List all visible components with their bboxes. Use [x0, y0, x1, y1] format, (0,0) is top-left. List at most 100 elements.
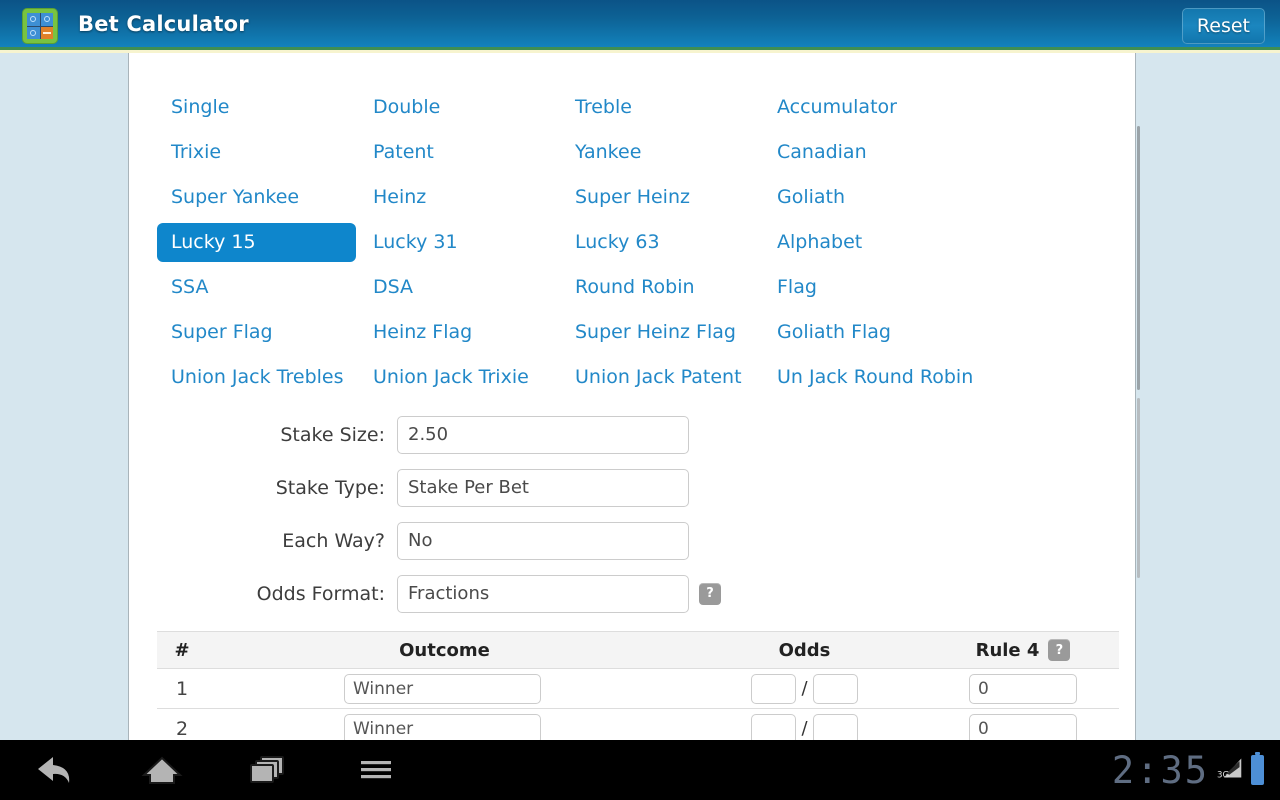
- table-row: 2 Winner / 0: [157, 708, 1119, 740]
- recent-apps-icon: [250, 756, 284, 783]
- app-icon-cell-1: [27, 13, 40, 26]
- odds-format-select[interactable]: Fractions: [397, 574, 689, 613]
- odds-format-label: Odds Format:: [256, 582, 385, 605]
- bet-type-single[interactable]: Single: [157, 88, 243, 127]
- bet-type-lucky-15[interactable]: Lucky 15: [157, 223, 356, 262]
- rule4-input-1[interactable]: 0: [969, 673, 1077, 704]
- bet-type-super-heinz-flag[interactable]: Super Heinz Flag: [561, 313, 750, 352]
- outcome-select-2[interactable]: Winner: [344, 713, 541, 740]
- app-icon: [22, 8, 58, 44]
- row-rule4-cell: 0: [927, 668, 1119, 709]
- stake-type-select[interactable]: Stake Per Bet: [397, 468, 689, 507]
- bet-type-super-flag[interactable]: Super Flag: [157, 313, 287, 352]
- each-way-select[interactable]: No: [397, 521, 689, 560]
- rule4-help-icon[interactable]: ?: [1048, 639, 1071, 661]
- odds-format-help-icon[interactable]: ?: [699, 582, 721, 605]
- stake-type-row: Stake Type: Stake Per Bet: [129, 461, 1135, 514]
- row-number: 2: [157, 708, 207, 740]
- header-number: #: [157, 631, 207, 669]
- app-header-bar: Bet Calculator Reset: [0, 0, 1280, 53]
- bets-table: # Outcome Odds Rule 4 ? 1 Winner / 0 2 W…: [157, 631, 1119, 740]
- row-rule4-cell: 0: [927, 708, 1119, 740]
- bet-type-un-jack-round-robin[interactable]: Un Jack Round Robin: [763, 358, 987, 397]
- row-outcome-cell: Winner: [207, 708, 682, 740]
- bet-type-round-robin[interactable]: Round Robin: [561, 268, 709, 307]
- row-odds-cell: /: [682, 668, 927, 709]
- table-row: 1 Winner / 0: [157, 668, 1119, 709]
- status-clock: 2:35: [1111, 748, 1209, 792]
- bet-type-canadian[interactable]: Canadian: [763, 133, 881, 172]
- android-navigation-bar: 2:35 3G: [0, 740, 1280, 800]
- app-icon-cell-3: [27, 26, 40, 39]
- bet-type-yankee[interactable]: Yankee: [561, 133, 655, 172]
- bet-type-lucky-63[interactable]: Lucky 63: [561, 223, 674, 262]
- bet-type-goliath-flag[interactable]: Goliath Flag: [763, 313, 905, 352]
- bet-type-lucky-31[interactable]: Lucky 31: [359, 223, 472, 262]
- home-button[interactable]: [112, 740, 212, 800]
- odds-numerator-input-2[interactable]: [751, 713, 797, 740]
- bet-type-row: Union Jack Trebles Union Jack Trixie Uni…: [157, 355, 1107, 400]
- bet-type-union-jack-patent[interactable]: Union Jack Patent: [561, 358, 756, 397]
- stake-type-label: Stake Type:: [275, 476, 385, 499]
- header-rule4-label: Rule 4: [975, 639, 1040, 661]
- app-icon-cell-2: [40, 13, 53, 26]
- odds-separator: /: [801, 718, 808, 739]
- bet-type-row: Lucky 15 Lucky 31 Lucky 63 Alphabet: [157, 220, 1107, 265]
- stake-size-label: Stake Size:: [280, 423, 385, 446]
- outcome-select-1[interactable]: Winner: [344, 673, 541, 704]
- stake-size-row: Stake Size: 2.50: [129, 408, 1135, 461]
- page-background: Single Double Treble Accumulator Trixie …: [0, 53, 1280, 740]
- header-outcome: Outcome: [207, 631, 682, 669]
- bet-type-row: Super Flag Heinz Flag Super Heinz Flag G…: [157, 310, 1107, 355]
- bet-type-heinz-flag[interactable]: Heinz Flag: [359, 313, 486, 352]
- page-scrollbar-thumb-lower[interactable]: [1137, 398, 1140, 578]
- odds-format-row: Odds Format: Fractions ?: [129, 567, 1135, 620]
- bet-type-union-jack-trixie[interactable]: Union Jack Trixie: [359, 358, 543, 397]
- content-panel: Single Double Treble Accumulator Trixie …: [128, 53, 1136, 740]
- bet-type-dsa[interactable]: DSA: [359, 268, 427, 307]
- bets-table-body: 1 Winner / 0 2 Winner / 0: [157, 668, 1119, 740]
- bet-type-super-yankee[interactable]: Super Yankee: [157, 178, 313, 217]
- battery-icon: [1251, 752, 1264, 785]
- row-number: 1: [157, 668, 207, 709]
- bet-type-flag[interactable]: Flag: [763, 268, 831, 307]
- bets-table-header-row: # Outcome Odds Rule 4 ?: [157, 631, 1119, 669]
- back-icon: [38, 757, 70, 783]
- recent-apps-button[interactable]: [218, 740, 318, 800]
- odds-denominator-input-1[interactable]: [812, 673, 858, 704]
- bets-table-head: # Outcome Odds Rule 4 ?: [157, 631, 1119, 669]
- odds-denominator-input-2[interactable]: [812, 713, 858, 740]
- bet-type-goliath[interactable]: Goliath: [763, 178, 859, 217]
- bet-type-trixie[interactable]: Trixie: [157, 133, 235, 172]
- header-rule4: Rule 4 ?: [927, 631, 1119, 669]
- bet-type-heinz[interactable]: Heinz: [359, 178, 440, 217]
- bet-type-accumulator[interactable]: Accumulator: [763, 88, 911, 127]
- bet-type-row: Single Double Treble Accumulator: [157, 85, 1107, 130]
- bet-type-super-heinz[interactable]: Super Heinz: [561, 178, 704, 217]
- page-scrollbar-thumb[interactable]: [1137, 126, 1140, 390]
- bet-type-row: Trixie Patent Yankee Canadian: [157, 130, 1107, 175]
- bet-type-ssa[interactable]: SSA: [157, 268, 222, 307]
- home-icon: [141, 756, 183, 784]
- stake-size-input[interactable]: 2.50: [397, 415, 689, 454]
- reset-button[interactable]: Reset: [1181, 8, 1265, 44]
- menu-button[interactable]: [326, 740, 426, 800]
- bet-type-double[interactable]: Double: [359, 88, 454, 127]
- row-odds-cell: /: [682, 708, 927, 740]
- odds-separator: /: [801, 678, 808, 699]
- bet-type-patent[interactable]: Patent: [359, 133, 448, 172]
- bet-type-alphabet[interactable]: Alphabet: [763, 223, 876, 262]
- android-screen: Bet Calculator Reset Single Double Trebl…: [0, 0, 1280, 800]
- signal-3g-icon: 3G: [1217, 758, 1243, 782]
- app-icon-cell-4: [40, 26, 53, 39]
- each-way-label: Each Way?: [282, 529, 385, 552]
- rule4-input-2[interactable]: 0: [969, 713, 1077, 740]
- bet-type-treble[interactable]: Treble: [561, 88, 646, 127]
- odds-numerator-input-1[interactable]: [751, 673, 797, 704]
- svg-text:3G: 3G: [1217, 771, 1229, 781]
- row-outcome-cell: Winner: [207, 668, 682, 709]
- back-button[interactable]: [8, 740, 108, 800]
- bet-type-union-jack-trebles[interactable]: Union Jack Trebles: [157, 358, 358, 397]
- bet-type-grid: Single Double Treble Accumulator Trixie …: [157, 85, 1107, 400]
- bet-type-row: SSA DSA Round Robin Flag: [157, 265, 1107, 310]
